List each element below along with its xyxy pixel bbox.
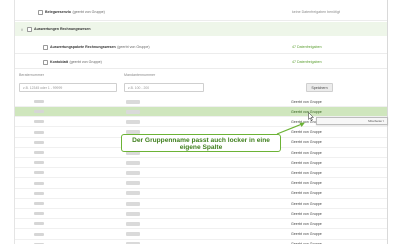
redacted-berater: [34, 222, 44, 226]
list-row[interactable]: Geerbt von Gruppe: [15, 230, 387, 240]
redacted-berater: [34, 140, 44, 144]
divider: [15, 20, 387, 21]
tree-item-status[interactable]: 47 Datenfreigaben: [292, 60, 322, 64]
tree-item-status: keine Datenfreigaben benötigt: [292, 10, 340, 14]
redacted-mandant: [126, 160, 140, 165]
redacted-mandant: [126, 181, 140, 186]
redacted-mandant: [126, 232, 140, 237]
checkbox[interactable]: [43, 59, 48, 65]
redacted-mandant: [126, 191, 140, 196]
mandant-label: Mandantennummer: [124, 73, 156, 77]
save-button[interactable]: Speichern: [306, 83, 333, 92]
tooltip: Mitarbeiter I: [316, 117, 388, 125]
redacted-berater: [34, 191, 44, 195]
group-value: Geerbt von Gruppe: [291, 201, 322, 206]
redacted-mandant: [126, 201, 140, 206]
tree-item-title: Belegwesenvlo: [45, 10, 71, 14]
list-row[interactable]: Geerbt von Gruppe: [15, 107, 387, 118]
list-row[interactable]: Geerbt von Gruppe: [15, 199, 387, 209]
berater-label: Beraternummer: [19, 73, 44, 77]
berater-input[interactable]: z.B. 12345 oder 1 - 99999: [19, 83, 117, 92]
group-value: Geerbt von Gruppe: [291, 130, 322, 135]
list-row[interactable]: Geerbt von Gruppe: [15, 189, 387, 199]
checkbox[interactable]: [43, 44, 48, 50]
redacted-mandant: [126, 211, 140, 216]
group-value: Geerbt von Gruppe: [291, 150, 322, 155]
redacted-berater: [34, 120, 44, 124]
redacted-berater: [34, 202, 44, 205]
group-value: Geerbt von Gruppe: [291, 109, 322, 114]
group-value: Geerbt von Gruppe: [291, 232, 322, 237]
mouse-cursor-icon: [308, 112, 314, 121]
redacted-berater: [34, 232, 44, 236]
group-value: Geerbt von Gruppe: [291, 99, 322, 104]
redacted-mandant: [126, 109, 140, 114]
rights-page: Belegwesenvlo (geerbt von Gruppe) keine …: [0, 0, 400, 244]
redacted-mandant: [126, 99, 140, 104]
checkbox[interactable]: [27, 26, 32, 32]
list-row[interactable]: Geerbt von Gruppe: [15, 240, 387, 244]
group-value: Geerbt von Gruppe: [291, 181, 322, 186]
list-row[interactable]: Geerbt von Gruppe: [15, 179, 387, 189]
list-row[interactable]: Geerbt von Gruppe: [15, 219, 387, 230]
redacted-mandant: [126, 170, 140, 175]
tree-item-belegwesen[interactable]: Belegwesenvlo (geerbt von Gruppe) keine …: [15, 5, 387, 19]
list-row[interactable]: Geerbt von Gruppe: [15, 97, 387, 107]
tree-item-kontoblatt[interactable]: Kontoblatt (geerbt von Gruppe) 47 Datenf…: [15, 55, 387, 69]
group-value: Geerbt von Gruppe: [291, 170, 322, 175]
redacted-berater: [34, 161, 44, 165]
redacted-berater: [34, 110, 44, 114]
tree-group-title: Auswertungen Rechnungswesen: [34, 27, 91, 31]
tree-item-status[interactable]: 47 Datenfreigaben: [292, 45, 322, 49]
list-row[interactable]: Geerbt von Gruppe: [15, 158, 387, 169]
tree-item-title: Auswertungspakete Rechnungswesen: [50, 45, 116, 49]
list-row[interactable]: Geerbt von Gruppe: [15, 209, 387, 220]
group-value: Geerbt von Gruppe: [291, 160, 322, 165]
redacted-berater: [34, 171, 44, 175]
redacted-berater: [34, 100, 44, 103]
tree-item-inherited: (geerbt von Gruppe): [117, 45, 150, 49]
tooltip-text: Mitarbeiter I: [368, 119, 384, 123]
tree-item-title: Kontoblatt: [50, 60, 68, 64]
tree-group-auswertungen[interactable]: ∨ Auswertungen Rechnungswesen: [15, 22, 387, 36]
redacted-berater: [34, 151, 44, 154]
group-value: Geerbt von Gruppe: [291, 140, 322, 145]
redacted-mandant: [126, 119, 140, 124]
group-value: Geerbt von Gruppe: [291, 211, 322, 216]
redacted-mandant: [126, 221, 140, 226]
list-row[interactable]: Geerbt von Gruppe: [15, 168, 387, 179]
redacted-berater: [34, 181, 44, 185]
group-value: Geerbt von Gruppe: [291, 191, 322, 196]
mandant-input[interactable]: z.B. 100 - 200: [124, 83, 204, 92]
tree-item-auswertungspakete[interactable]: Auswertungspakete Rechnungswesen (geerbt…: [15, 40, 387, 54]
tree-item-inherited: (geerbt von Gruppe): [72, 10, 105, 14]
checkbox[interactable]: [38, 9, 43, 15]
chevron-down-icon[interactable]: ∨: [19, 25, 25, 33]
annotation-callout: Der Gruppenname passt auch locker in ein…: [121, 134, 281, 152]
group-value: Geerbt von Gruppe: [291, 221, 322, 226]
redacted-berater: [34, 212, 44, 216]
tree-item-inherited: (geerbt von Gruppe): [69, 60, 102, 64]
redacted-berater: [34, 130, 44, 134]
divider: [15, 53, 387, 54]
divider: [15, 68, 387, 69]
